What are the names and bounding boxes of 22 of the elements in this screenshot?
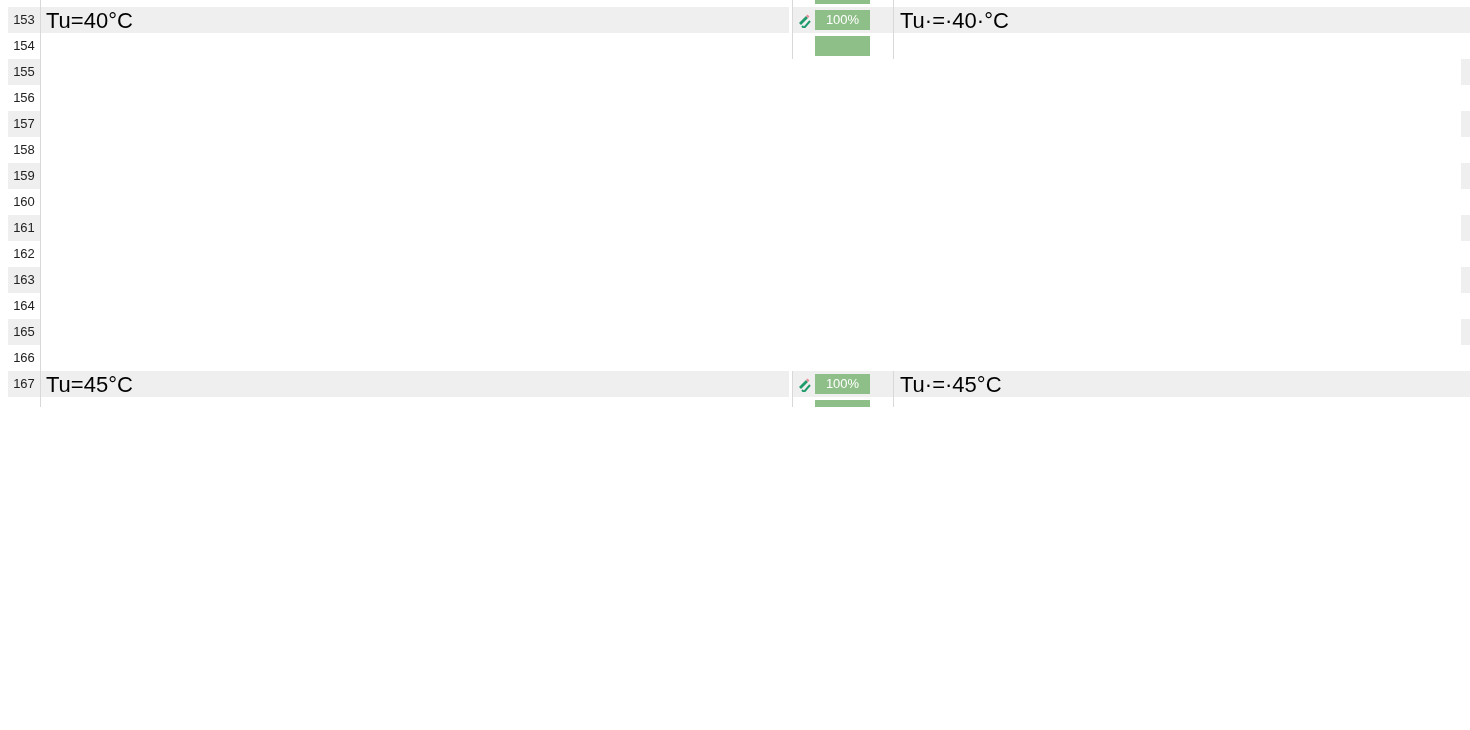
line-number: 166 [13, 349, 35, 368]
line-number: 153 [13, 11, 35, 30]
line-number: 159 [13, 167, 35, 186]
match-badge [815, 36, 870, 56]
target-text: Tu·=·40·°C [900, 6, 1009, 35]
line-number: 158 [13, 141, 35, 160]
target-text: Tu·=·45°C [900, 370, 1002, 399]
source-text: Tu=45°C [46, 370, 133, 399]
line-number: 162 [13, 245, 35, 264]
line-number: 165 [13, 323, 35, 342]
line-number: 156 [13, 89, 35, 108]
line-number: 163 [13, 271, 35, 290]
source-text: Tu=40°C [46, 6, 133, 35]
match-badge: 100% [815, 374, 870, 394]
match-badge: 100% [815, 10, 870, 30]
line-number: 154 [13, 37, 35, 56]
line-number: 164 [13, 297, 35, 316]
line-number: 161 [13, 219, 35, 238]
line-number: 160 [13, 193, 35, 212]
line-number: 155 [13, 63, 35, 82]
line-number: 157 [13, 115, 35, 134]
line-number: 167 [13, 375, 35, 394]
